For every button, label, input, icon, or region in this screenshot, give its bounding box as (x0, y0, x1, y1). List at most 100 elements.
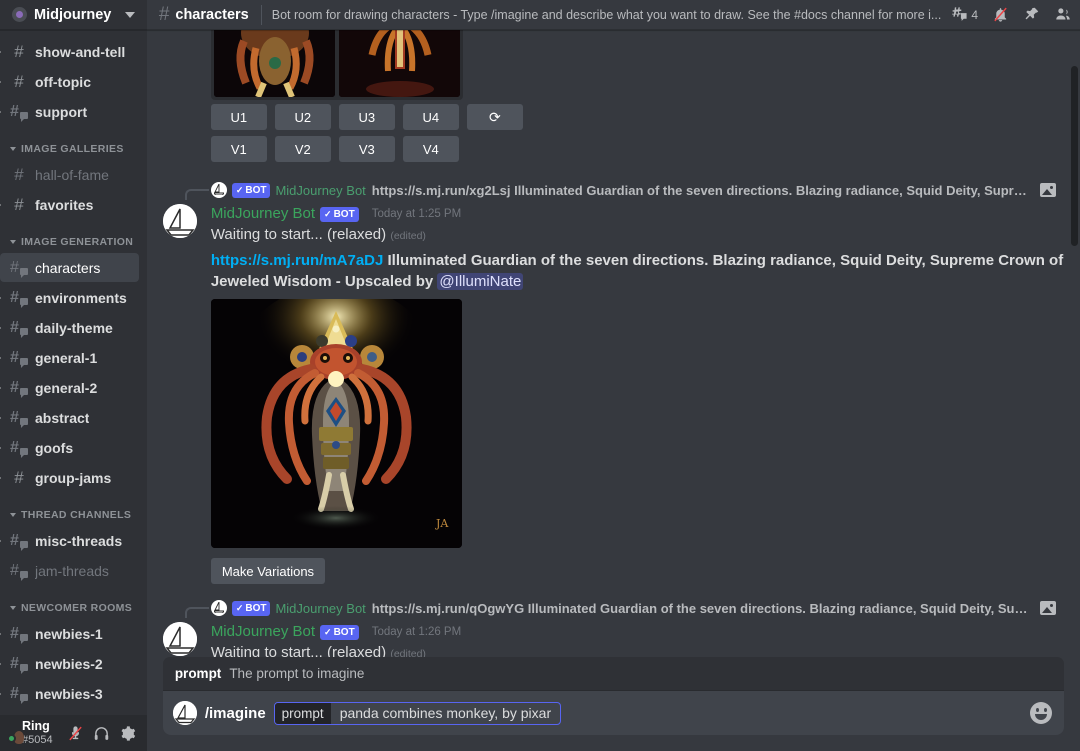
avatar (211, 600, 227, 616)
message: MidJourney Bot ✓BOT Today at 1:25 PM Wai… (163, 202, 1064, 584)
channel-name: general-2 (35, 380, 97, 396)
svg-text:JA: JA (435, 517, 449, 530)
sidebar-item-group-jams[interactable]: #group-jams (0, 463, 139, 492)
sidebar-item-characters[interactable]: #characters (0, 253, 139, 282)
hash-icon: # (14, 196, 23, 213)
message-author[interactable]: MidJourney Bot (211, 204, 315, 224)
unread-indicator (0, 537, 1, 545)
make-variations-button[interactable]: Make Variations (211, 558, 325, 584)
reply-reference[interactable]: ✓BOT MidJourney Bot https://s.mj.run/qOg… (163, 598, 1064, 618)
grid-image-tile[interactable] (339, 30, 460, 97)
server-name: Midjourney (34, 7, 119, 23)
variation-button-v2[interactable]: V2 (275, 136, 331, 162)
server-avatar-icon (12, 7, 27, 22)
message-scrollbar[interactable] (1071, 66, 1078, 246)
sidebar-item-general-1[interactable]: #general-1 (0, 343, 139, 372)
emoji-picker-icon[interactable] (1030, 702, 1052, 724)
channel-name: environments (35, 290, 127, 306)
sidebar-item-environments[interactable]: #environments (0, 283, 139, 312)
channel-name: off-topic (35, 74, 91, 90)
channel-topic[interactable]: Bot room for drawing characters - Type /… (272, 8, 942, 22)
grid-image-tile[interactable] (214, 30, 335, 97)
variation-button-v1[interactable]: V1 (211, 136, 267, 162)
channel-name: newbies-1 (35, 626, 103, 642)
verified-check-icon: ✓ (236, 183, 244, 198)
pinned-messages-icon[interactable] (1023, 6, 1040, 23)
message-author[interactable]: MidJourney Bot (211, 622, 315, 642)
upscale-button-u1[interactable]: U1 (211, 104, 267, 130)
reply-preview-text: https://s.mj.run/xg2Lsj Illuminated Guar… (372, 183, 1032, 198)
upscale-button-u2[interactable]: U2 (275, 104, 331, 130)
verified-check-icon: ✓ (236, 601, 244, 616)
forum-hash-icon: # (10, 320, 28, 335)
threads-icon[interactable]: 4 (951, 6, 978, 23)
sidebar-item-goofs[interactable]: #goofs (0, 433, 139, 462)
avatar[interactable] (163, 204, 197, 238)
message-input-bar[interactable]: /imagine prompt panda combines monkey, b… (163, 691, 1064, 735)
sidebar-item-favorites[interactable]: #favorites (0, 190, 139, 219)
upscale-button-u4[interactable]: U4 (403, 104, 459, 130)
sidebar-item-daily-theme[interactable]: # daily-theme (0, 313, 139, 342)
upscaled-by-label: - Upscaled by (332, 273, 438, 290)
sidebar-item-newbies-3[interactable]: #newbies-3 (0, 679, 139, 708)
channel-category-thread-channels[interactable]: THREAD CHANNELS (0, 493, 147, 525)
sidebar-item-general-2[interactable]: #general-2 (0, 373, 139, 402)
hash-icon: # (14, 469, 23, 486)
upscale-button-u3[interactable]: U3 (339, 104, 395, 130)
sidebar-item-hall-of-fame[interactable]: #hall-of-fame (0, 160, 139, 189)
channel-header: # characters Bot room for drawing charac… (147, 0, 1080, 30)
reply-reference[interactable]: ✓BOT MidJourney Bot https://s.mj.run/xg2… (163, 180, 1064, 200)
notification-bell-off-icon[interactable] (992, 6, 1009, 23)
hash-icon: # (14, 43, 23, 60)
reroll-button[interactable]: ⟳ (467, 104, 523, 130)
hash-icon: # (159, 5, 170, 24)
verified-check-icon: ✓ (324, 207, 332, 222)
command-option-name: prompt (175, 666, 222, 681)
channel-category-image-galleries[interactable]: IMAGE GALLERIES (0, 127, 147, 159)
server-header[interactable]: Midjourney (0, 0, 147, 30)
forum-hash-icon: # (10, 533, 28, 548)
channel-name: misc-threads (35, 533, 122, 549)
category-label: IMAGE GALLERIES (21, 143, 124, 155)
user-mention[interactable]: @IllumiNate (437, 273, 523, 290)
sidebar-item-misc-threads[interactable]: # misc-threads (0, 526, 139, 555)
sidebar-item-newbies-2[interactable]: #newbies-2 (0, 649, 139, 678)
sidebar-item-off-topic[interactable]: #off-topic (0, 67, 139, 96)
channel-category-image-generation[interactable]: IMAGE GENERATION (0, 220, 147, 252)
chevron-down-icon (10, 147, 16, 151)
member-list-icon[interactable] (1054, 6, 1072, 23)
variation-button-v4[interactable]: V4 (403, 136, 459, 162)
variation-button-v3[interactable]: V3 (339, 136, 395, 162)
sidebar-item-show-and-tell[interactable]: #show-and-tell (0, 37, 139, 66)
message: MidJourney Bot ✓BOT Today at 1:26 PM Wai… (163, 620, 1064, 657)
sidebar-item-newbies-1[interactable]: #newbies-1 (0, 619, 139, 648)
edited-marker: (edited) (390, 230, 426, 242)
avatar[interactable] (8, 724, 15, 742)
headphones-icon[interactable] (89, 720, 115, 746)
channel-category-newcomer-rooms[interactable]: NEWCOMER ROOMS (0, 586, 147, 618)
header-divider (261, 5, 262, 25)
message-list[interactable]: U1 U2 U3 U4 ⟳ V1 V2 V3 V4 (147, 30, 1080, 657)
avatar[interactable] (163, 622, 197, 656)
chevron-down-icon[interactable] (125, 12, 135, 18)
sidebar-item-abstract[interactable]: #abstract (0, 403, 139, 432)
category-label: IMAGE GENERATION (21, 236, 133, 248)
microphone-muted-icon[interactable] (63, 720, 89, 746)
thread-count: 4 (971, 8, 978, 22)
image-grid-preview[interactable] (163, 30, 1064, 104)
sidebar-item-support[interactable]: #support (0, 97, 139, 126)
generated-image[interactable]: JA (211, 299, 462, 548)
channel-name: newbies-2 (35, 656, 103, 672)
unread-indicator (0, 201, 1, 209)
sidebar-item-jam-threads[interactable]: #jam-threads (0, 556, 139, 585)
bot-badge: ✓BOT (232, 183, 271, 198)
user-identity[interactable]: Ring #5054 (22, 720, 63, 746)
channel-name: support (35, 104, 87, 120)
prompt-input[interactable]: panda combines monkey, by pixar (331, 703, 560, 724)
forum-hash-icon: # (10, 563, 28, 578)
result-link[interactable]: https://s.mj.run/mA7aDJ (211, 252, 384, 269)
gear-icon[interactable] (115, 720, 141, 746)
channel-name: daily-theme (35, 320, 113, 336)
command-argument-token[interactable]: prompt panda combines monkey, by pixar (274, 702, 561, 725)
forum-hash-icon: # (10, 350, 28, 365)
